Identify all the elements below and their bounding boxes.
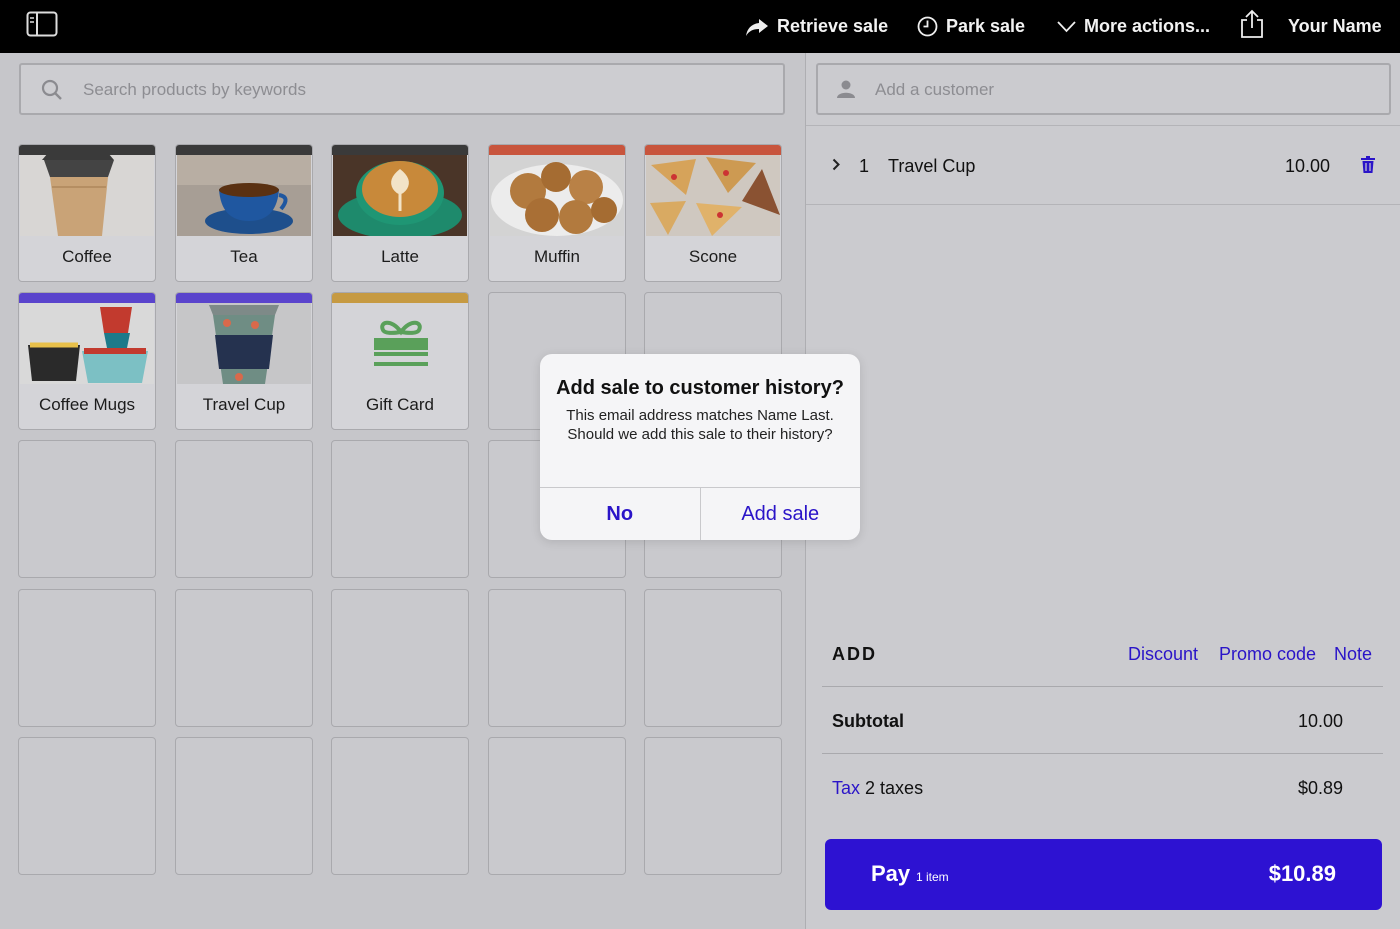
product-label: Tea xyxy=(230,247,258,266)
pay-button[interactable]: Pay 1 item $10.89 xyxy=(825,839,1382,910)
add-options-row: ADD Discount Promo code Note xyxy=(822,635,1383,687)
empty-tile[interactable] xyxy=(175,737,313,875)
more-actions-button[interactable]: More actions... xyxy=(1057,0,1210,53)
customer-history-dialog: Add sale to customer history? This email… xyxy=(540,354,860,540)
line-quantity: 1 xyxy=(859,156,870,176)
category-color-bar xyxy=(19,293,155,303)
discount-link[interactable]: Discount xyxy=(1128,644,1198,665)
add-customer-input[interactable]: Add a customer xyxy=(816,63,1391,115)
empty-tile[interactable] xyxy=(175,589,313,727)
empty-tile[interactable] xyxy=(331,737,469,875)
pay-total: $10.89 xyxy=(1268,861,1336,886)
search-placeholder: Search products by keywords xyxy=(83,80,306,99)
travel-cup-image xyxy=(177,303,311,384)
top-bar: Retrieve sale Park sale More actions... … xyxy=(0,0,1400,53)
category-color-bar xyxy=(176,293,312,303)
sidebar-toggle-icon[interactable] xyxy=(26,11,58,37)
pay-item-count: 1 item xyxy=(916,870,949,884)
product-label: Travel Cup xyxy=(202,395,286,414)
share-icon[interactable] xyxy=(1240,9,1264,39)
retrieve-sale-button[interactable]: Retrieve sale xyxy=(745,0,888,53)
coffee-image xyxy=(20,155,154,236)
empty-tile[interactable] xyxy=(175,440,313,578)
search-input[interactable]: Search products by keywords xyxy=(19,63,785,115)
user-name-menu[interactable]: Your Name xyxy=(1288,0,1382,53)
subtotal-label: Subtotal xyxy=(832,711,904,731)
category-color-bar xyxy=(332,293,468,303)
sale-panel: Add a customer 1 Travel Cup 10.00 ADD Di… xyxy=(805,53,1400,929)
dialog-buttons: No Add sale xyxy=(540,487,860,540)
clock-icon xyxy=(917,16,938,37)
tax-row: Tax 2 taxes $0.89 xyxy=(822,755,1383,821)
promo-code-link[interactable]: Promo code xyxy=(1219,644,1316,665)
scone-image xyxy=(646,155,780,236)
empty-tile[interactable] xyxy=(18,440,156,578)
muffin-image xyxy=(490,155,624,236)
line-price: 10.00 xyxy=(1284,156,1330,176)
product-label: Muffin xyxy=(534,247,580,266)
chevron-down-icon xyxy=(1057,20,1076,32)
tax-detail: 2 taxes xyxy=(865,778,924,798)
person-icon xyxy=(837,80,855,98)
product-label: Scone xyxy=(688,247,738,266)
product-label: Gift Card xyxy=(365,395,435,414)
category-color-bar xyxy=(19,145,155,155)
add-sale-button[interactable]: Add sale xyxy=(701,488,861,540)
empty-tile[interactable] xyxy=(18,737,156,875)
gift-icon xyxy=(374,320,428,366)
subtotal-row: Subtotal 10.00 xyxy=(822,688,1383,754)
coffee-mugs-image xyxy=(20,303,154,384)
product-label: Coffee xyxy=(62,247,112,266)
product-tile-travel-cup[interactable]: Travel Cup xyxy=(175,292,313,430)
empty-tile[interactable] xyxy=(18,589,156,727)
product-tile-coffee-mugs[interactable]: Coffee Mugs xyxy=(18,292,156,430)
add-heading: ADD xyxy=(832,644,877,664)
dialog-message: This email address matches Name Last. Sh… xyxy=(566,407,834,443)
tax-link[interactable]: Tax xyxy=(832,778,860,798)
customer-placeholder: Add a customer xyxy=(875,80,995,99)
empty-tile[interactable] xyxy=(331,589,469,727)
category-color-bar xyxy=(176,145,312,155)
chevron-right-icon[interactable] xyxy=(832,158,840,171)
category-color-bar xyxy=(332,145,468,155)
product-tile-muffin[interactable]: Muffin xyxy=(488,144,626,282)
retrieve-sale-label: Retrieve sale xyxy=(777,16,889,36)
product-tile-tea[interactable]: Tea xyxy=(175,144,313,282)
trash-icon[interactable] xyxy=(1361,156,1375,173)
product-tile-scone[interactable]: Scone xyxy=(644,144,782,282)
no-button[interactable]: No xyxy=(540,488,701,540)
park-sale-label: Park sale xyxy=(946,16,1026,36)
product-tile-coffee[interactable]: Coffee xyxy=(18,144,156,282)
forward-arrow-icon xyxy=(746,18,768,36)
empty-tile[interactable] xyxy=(644,589,782,727)
tax-value: $0.89 xyxy=(1297,778,1343,798)
empty-tile[interactable] xyxy=(331,440,469,578)
dialog-title: Add sale to customer history? xyxy=(556,377,844,399)
empty-tile[interactable] xyxy=(644,737,782,875)
empty-tile[interactable] xyxy=(488,737,626,875)
product-tile-gift-card[interactable]: Gift Card xyxy=(331,292,469,430)
subtotal-value: 10.00 xyxy=(1297,711,1343,731)
search-icon xyxy=(41,79,62,100)
pay-label: Pay xyxy=(871,861,911,886)
line-product-name: Travel Cup xyxy=(888,156,976,176)
product-tile-latte[interactable]: Latte xyxy=(331,144,469,282)
category-color-bar xyxy=(489,145,625,155)
product-label: Coffee Mugs xyxy=(38,395,136,414)
cart-line-item[interactable]: 1 Travel Cup 10.00 xyxy=(806,125,1400,205)
user-name-label: Your Name xyxy=(1288,16,1382,36)
category-color-bar xyxy=(645,145,781,155)
more-actions-label: More actions... xyxy=(1084,16,1211,36)
tea-image xyxy=(177,155,311,236)
latte-image xyxy=(333,155,467,236)
note-link[interactable]: Note xyxy=(1334,644,1372,665)
empty-tile[interactable] xyxy=(488,589,626,727)
park-sale-button[interactable]: Park sale xyxy=(917,0,1025,53)
product-label: Latte xyxy=(381,247,419,266)
